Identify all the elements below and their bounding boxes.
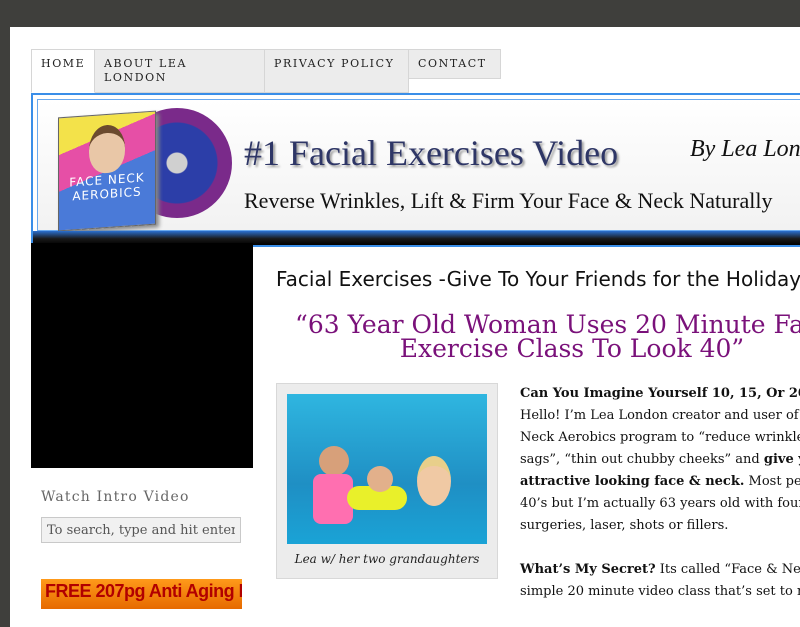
page: HOME ABOUT LEA LONDON PRIVACY POLICY CON…: [10, 27, 800, 627]
window-top-band: [0, 0, 800, 27]
dvd-case-image: FACE NECK AEROBICS: [58, 110, 156, 232]
article-text: sags”, “thin out chubby cheeks” and: [520, 452, 764, 467]
headline-quote: “63 Year Old Woman Uses 20 Minute Facial…: [295, 310, 800, 363]
photo-child-1: [319, 446, 349, 476]
banner-panel: FACE NECK AEROBICS #1 Facial Exercises V…: [37, 99, 800, 232]
post-title[interactable]: Facial Exercises -Give To Your Friends f…: [276, 267, 800, 291]
nav-privacy-policy[interactable]: PRIVACY POLICY: [265, 49, 409, 93]
intro-video-player[interactable]: [31, 243, 253, 468]
article-line: attractive looking face & neck. Most peo…: [520, 471, 800, 493]
dvd-label: FACE NECK AEROBICS: [69, 170, 145, 204]
article-line: Hello! I’m Lea London creator and user o…: [520, 408, 800, 423]
main-nav: HOME ABOUT LEA LONDON PRIVACY POLICY CON…: [31, 49, 501, 93]
nav-about-lea-london[interactable]: ABOUT LEA LONDON: [95, 49, 265, 93]
dvd-face-image: [89, 123, 125, 175]
article-line: 40’s but I’m actually 63 years old with …: [520, 496, 800, 511]
article-body: Can You Imagine Yourself 10, 15, Or 20 H…: [520, 383, 800, 603]
nav-home[interactable]: HOME: [31, 49, 95, 93]
header-banner[interactable]: FACE NECK AEROBICS #1 Facial Exercises V…: [31, 93, 800, 247]
article-bold-text: give yourself a: [763, 452, 800, 467]
photo-woman: [417, 456, 451, 506]
article-question: Can You Imagine Yourself 10, 15, Or 20: [520, 386, 800, 401]
article-bold-text: attractive looking face & neck.: [520, 474, 745, 489]
watch-intro-video-heading: Watch Intro Video: [41, 489, 190, 505]
secret-heading: What’s My Secret?: [520, 562, 656, 577]
free-book-banner-text: FREE 207pg Anti Aging Book: [45, 581, 242, 601]
nav-contact[interactable]: CONTACT: [409, 49, 501, 79]
banner-title: #1 Facial Exercises Video: [244, 133, 619, 173]
free-book-banner[interactable]: FREE 207pg Anti Aging Book: [41, 579, 242, 609]
banner-byline: By Lea London: [690, 136, 800, 162]
photo-child-2: [367, 466, 393, 492]
article-line: sags”, “thin out chubby cheeks” and give…: [520, 449, 800, 471]
article-line: What’s My Secret? Its called “Face & Nec…: [520, 559, 800, 581]
banner-subtitle: Reverse Wrinkles, Lift & Firm Your Face …: [244, 188, 773, 213]
grandaughters-photo: [287, 394, 487, 544]
photo-caption: Lea w/ her two grandaughters: [294, 552, 480, 566]
article-line: Neck Aerobics program to “reduce wrinkle…: [520, 430, 800, 445]
photo-frame: Lea w/ her two grandaughters: [276, 383, 498, 579]
search-input[interactable]: [41, 517, 241, 543]
article-line: surgeries, laser, shots or fillers.: [520, 518, 729, 533]
article-text: Most people: [748, 474, 800, 489]
article-text: Its called “Face & Neck: [655, 562, 800, 577]
